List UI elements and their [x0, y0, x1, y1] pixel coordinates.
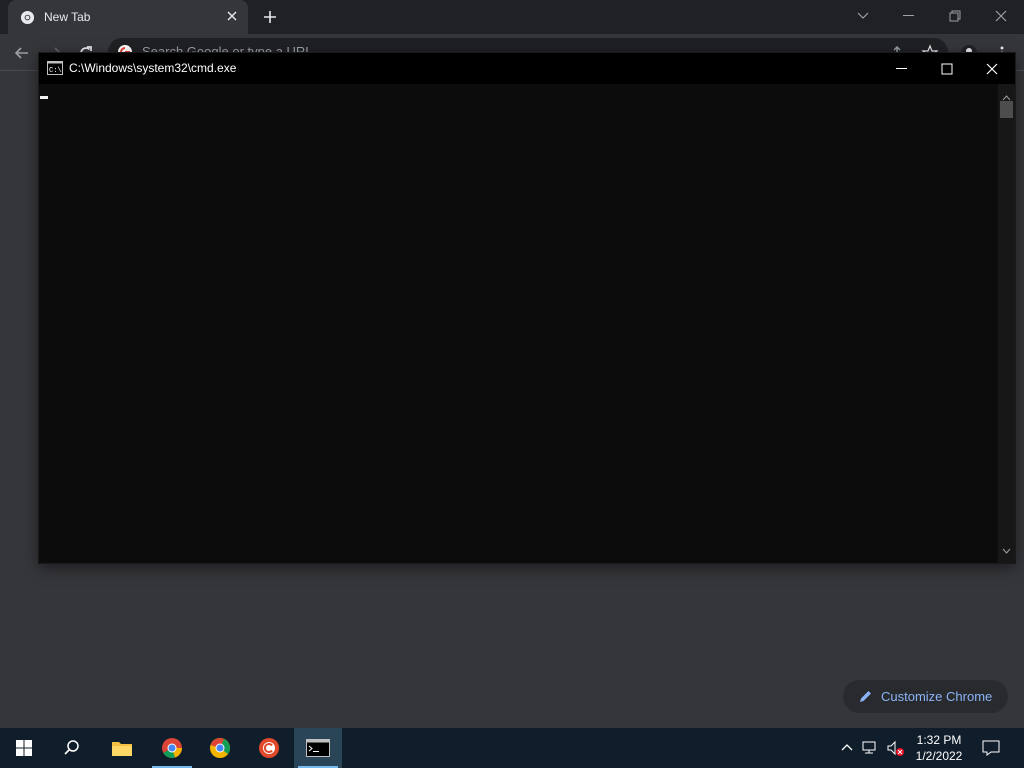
- tab-new-tab[interactable]: New Tab: [8, 0, 248, 34]
- taskbar-file-explorer[interactable]: [98, 728, 146, 768]
- chrome-tab-strip: New Tab: [0, 0, 1024, 34]
- cmd-window-title: C:\Windows\system32\cmd.exe: [69, 61, 237, 75]
- tab-title: New Tab: [44, 10, 91, 24]
- action-center-icon[interactable]: [982, 740, 1000, 756]
- pencil-icon: [858, 689, 873, 704]
- cmd-window: C:\ C:\Windows\system32\cmd.exe: [39, 53, 1015, 563]
- customize-chrome-button[interactable]: Customize Chrome: [843, 680, 1008, 713]
- folder-icon: [112, 742, 132, 756]
- browser-restore-icon[interactable]: [932, 0, 978, 32]
- back-arrow-icon[interactable]: [13, 44, 31, 62]
- network-icon[interactable]: [862, 740, 878, 756]
- cmd-minimize-icon[interactable]: [879, 53, 925, 84]
- cmd-maximize-icon[interactable]: [924, 53, 970, 84]
- scroll-down-arrow-icon[interactable]: [1002, 541, 1011, 559]
- system-clock[interactable]: 1:32 PM 1/2/2022: [904, 732, 974, 764]
- taskbar-search-button[interactable]: [48, 728, 96, 768]
- text-cursor: [40, 96, 48, 99]
- taskbar-chrome[interactable]: [148, 728, 196, 768]
- browser-minimize-icon[interactable]: [886, 0, 932, 32]
- cmd-title-bar[interactable]: C:\ C:\Windows\system32\cmd.exe: [39, 53, 1015, 84]
- svg-text:C:\: C:\: [49, 67, 62, 75]
- cmd-console-area[interactable]: [39, 84, 998, 563]
- taskbar-chrome-alt[interactable]: [196, 728, 244, 768]
- windows-taskbar: 1:32 PM 1/2/2022: [0, 728, 1024, 768]
- new-tab-plus-icon[interactable]: [262, 9, 278, 25]
- start-button[interactable]: [0, 728, 48, 768]
- cmd-app-icon: C:\: [47, 61, 63, 75]
- customize-chrome-label: Customize Chrome: [881, 689, 993, 704]
- tray-chevron-up-icon[interactable]: [839, 740, 855, 756]
- tab-search-chevron-icon[interactable]: [840, 0, 886, 32]
- cmd-vertical-scrollbar[interactable]: [998, 84, 1015, 563]
- taskbar-cmd[interactable]: [294, 728, 342, 768]
- cmd-icon: [306, 739, 330, 757]
- browser-close-icon[interactable]: [978, 0, 1024, 32]
- scroll-thumb[interactable]: [1000, 101, 1013, 118]
- clock-time: 1:32 PM: [916, 733, 962, 747]
- search-icon: [64, 740, 79, 755]
- chrome-favicon-icon: [20, 10, 35, 25]
- chrome-icon: [162, 738, 182, 758]
- chrome-alt-icon: [210, 738, 230, 758]
- tab-close-icon[interactable]: [224, 8, 240, 24]
- taskbar-ccleaner[interactable]: [245, 728, 293, 768]
- ccleaner-icon: [259, 738, 279, 758]
- windows-logo-icon: [16, 740, 32, 756]
- volume-muted-icon[interactable]: [886, 740, 904, 756]
- cmd-close-icon[interactable]: [969, 53, 1015, 84]
- clock-date: 1/2/2022: [915, 749, 963, 763]
